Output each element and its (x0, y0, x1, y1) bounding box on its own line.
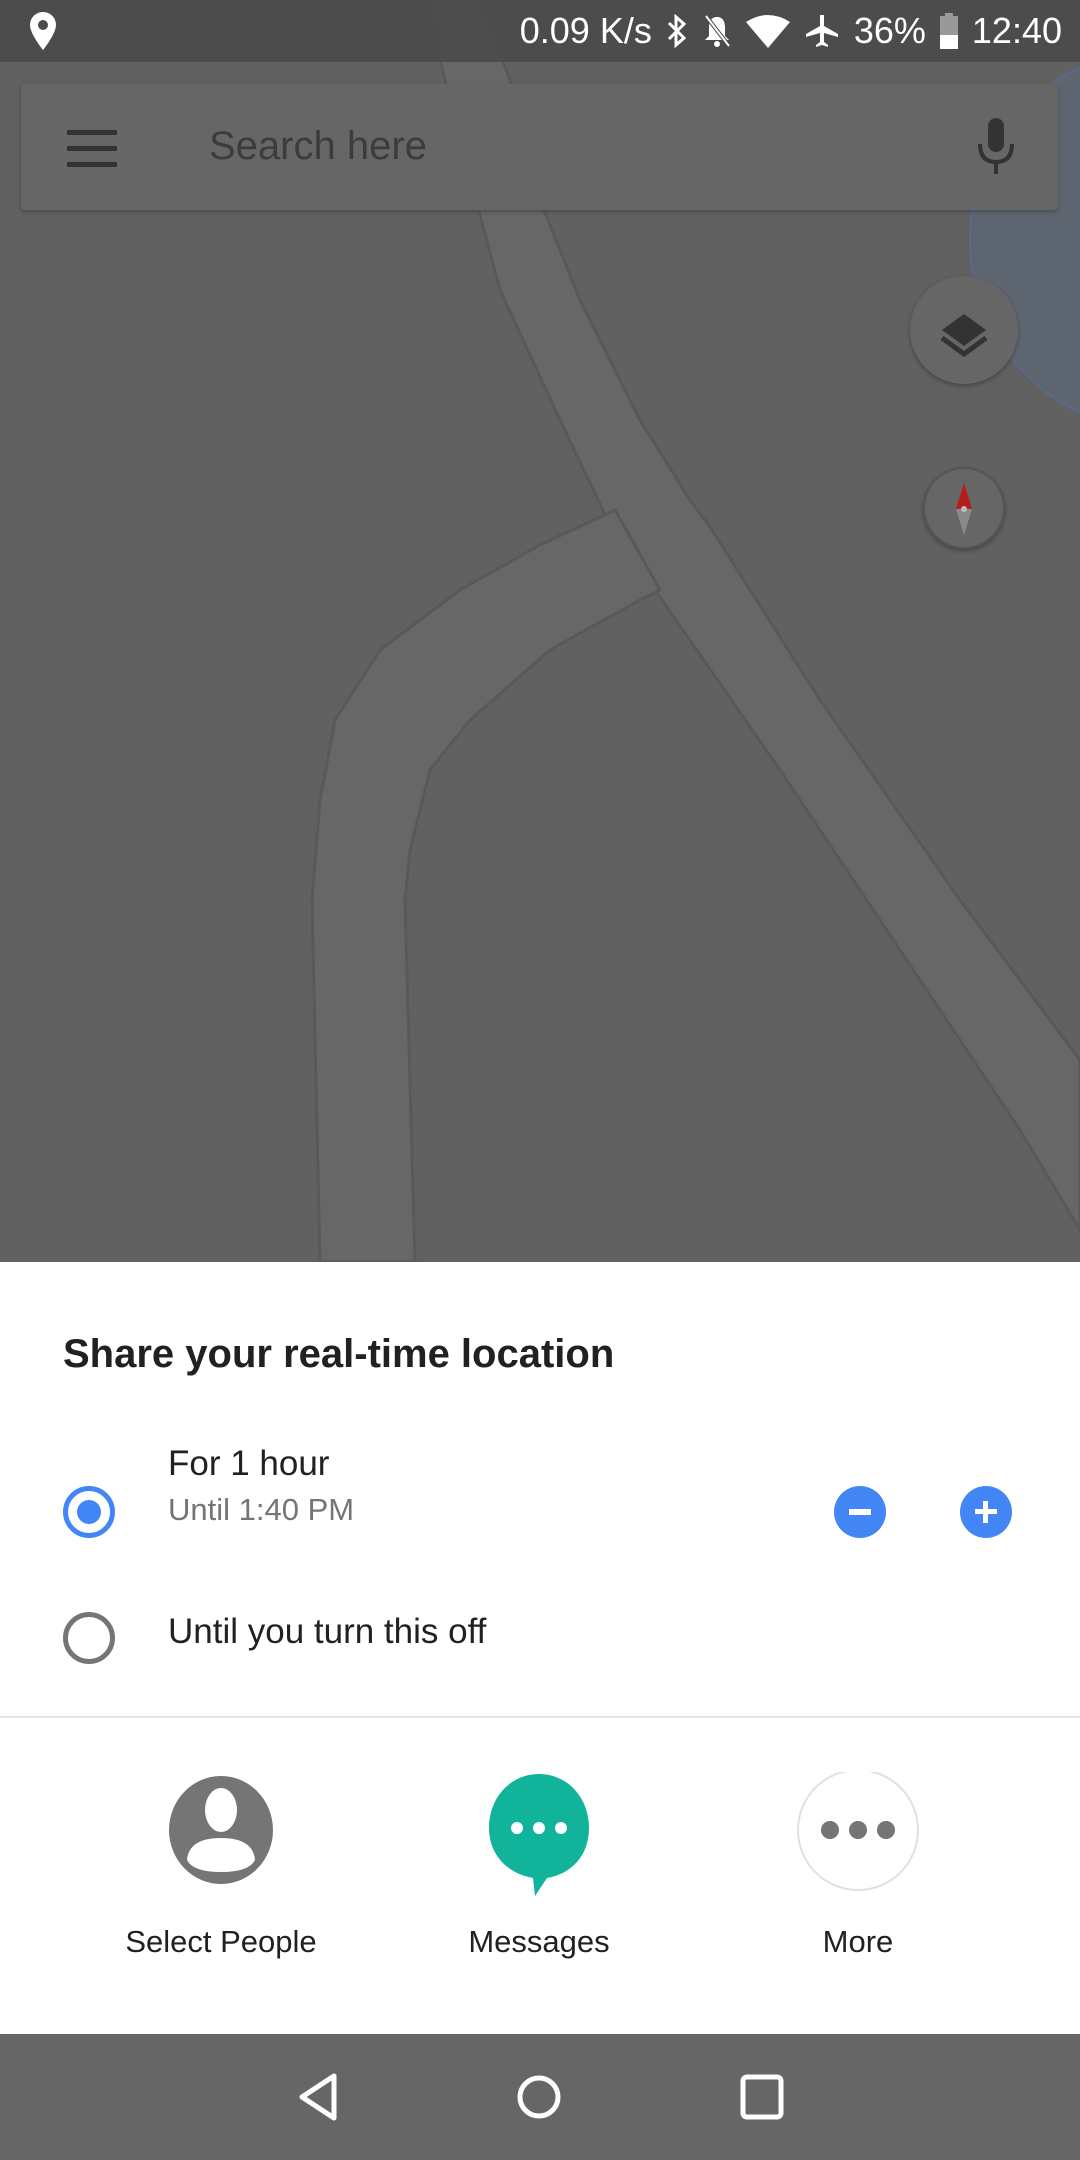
airplane-mode-icon (804, 13, 840, 49)
status-bar: 0.09 K/s 36% 12:40 (0, 0, 1080, 62)
clock: 12:40 (971, 10, 1062, 51)
share-label: More (822, 1924, 894, 1959)
battery-icon (939, 13, 958, 49)
share-target-more[interactable]: More (738, 1769, 978, 1960)
location-pin-icon (30, 12, 56, 59)
home-button[interactable] (514, 2072, 564, 2127)
battery-level: 36% (853, 10, 926, 51)
option-label-for-1-hour[interactable]: For 1 hour (168, 1444, 329, 1484)
option-label-until-turn-off[interactable]: Until you turn this off (168, 1612, 486, 1652)
recents-icon (740, 2074, 784, 2120)
layers-button[interactable] (910, 276, 1018, 384)
wifi-icon (745, 14, 790, 48)
plus-circle-icon (975, 1501, 997, 1523)
bluetooth-icon (666, 14, 688, 48)
share-target-select-people[interactable]: Select People (101, 1772, 341, 1960)
sheet-title: Share your real-time location (63, 1332, 615, 1376)
share-location-sheet: Share your real-time location For 1 hour… (0, 1262, 1080, 2034)
radio-for-1-hour[interactable] (63, 1486, 115, 1538)
share-label: Messages (468, 1924, 610, 1959)
recents-button[interactable] (738, 2072, 786, 2127)
hamburger-menu-icon[interactable] (67, 130, 117, 167)
search-bar[interactable]: Search here (21, 84, 1058, 210)
share-label: Select People (125, 1924, 317, 1959)
person-icon (159, 1772, 283, 1896)
network-speed: 0.09 K/s (519, 10, 652, 51)
back-button[interactable] (296, 2072, 342, 2127)
decrease-duration-button[interactable] (834, 1486, 886, 1538)
divider (0, 1716, 1080, 1718)
share-target-messages[interactable]: Messages (419, 1772, 659, 1960)
minus-circle-icon (849, 1509, 871, 1515)
microphone-icon[interactable] (976, 118, 1016, 181)
system-nav-bar (0, 2034, 1080, 2160)
more-horiz-icon (796, 1769, 920, 1896)
increase-duration-button[interactable] (960, 1486, 1012, 1538)
compass-icon (956, 483, 972, 535)
compass-button[interactable] (923, 467, 1005, 549)
layers-icon (940, 314, 988, 358)
notifications-off-icon (702, 14, 732, 48)
messages-icon (477, 1772, 601, 1896)
home-icon (517, 2075, 561, 2119)
back-icon (299, 2073, 337, 2121)
radio-until-turn-off[interactable] (63, 1612, 115, 1664)
option-sublabel-until-time: Until 1:40 PM (168, 1492, 355, 1527)
search-input[interactable]: Search here (209, 124, 427, 169)
